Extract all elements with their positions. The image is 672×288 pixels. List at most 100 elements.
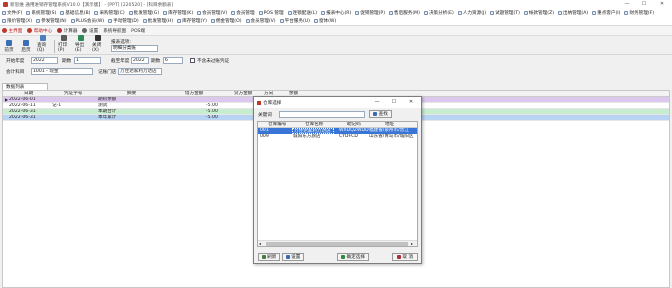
- search-icon: [373, 112, 378, 116]
- end-year-input[interactable]: 2022: [131, 57, 149, 64]
- horizontal-scrollbar[interactable]: ◂ ▸: [258, 240, 417, 246]
- tab-label: 设置: [88, 28, 99, 34]
- menu-item[interactable]: 窗体(W): [313, 18, 336, 24]
- tab-help[interactable]: 帮助中心: [27, 28, 52, 34]
- tab-label: 帮助中心: [33, 28, 53, 34]
- keyword-input[interactable]: [279, 111, 365, 118]
- menu-item[interactable]: 售后服务(M): [389, 10, 420, 16]
- tab-settings[interactable]: 设置: [82, 28, 98, 34]
- menu-item[interactable]: 批发管理(H): [142, 18, 173, 24]
- menu-item[interactable]: 库存管理(K): [163, 10, 193, 16]
- close-toolbar-button[interactable]: 关闭(X): [92, 35, 104, 53]
- menu-item[interactable]: POS 管理: [258, 10, 284, 16]
- menu-item[interactable]: 参发管理(N): [36, 18, 67, 24]
- scroll-right-icon[interactable]: ▸: [411, 241, 413, 247]
- toolbar-divider: [54, 40, 55, 53]
- gear-icon: [82, 28, 88, 33]
- menu-item[interactable]: PLUS会员(W): [70, 18, 104, 24]
- menu-item-label: 基础信息(B): [65, 11, 91, 16]
- menu-item[interactable]: 佣金管理(O): [210, 18, 242, 24]
- menu-item-label: 参发管理(N): [41, 19, 67, 24]
- menu-icon: [258, 11, 263, 15]
- dialog-maximize-button[interactable]: ☐: [388, 97, 400, 108]
- settings-button[interactable]: 设置: [282, 253, 304, 261]
- tab-label: 计算器: [63, 28, 78, 34]
- query-button[interactable]: 查询(Q): [37, 35, 49, 53]
- menu-item[interactable]: 手动管理(D): [108, 18, 139, 24]
- store-label: 记账门店: [98, 70, 117, 75]
- confirm-select-button[interactable]: 确定选择: [337, 253, 369, 261]
- tab-pos[interactable]: POS端: [131, 28, 145, 34]
- button-label: 导出(E): [75, 43, 85, 53]
- menu-icon: [36, 19, 41, 23]
- dialog-close-button[interactable]: ✕: [405, 97, 417, 108]
- menu-item[interactable]: 会员管理(V): [197, 10, 227, 16]
- next-page-button[interactable]: 后页: [20, 40, 32, 53]
- exclude-unposted-checkbox[interactable]: [190, 58, 195, 63]
- tab-navigation[interactable]: 系统导航图: [103, 28, 126, 34]
- menu-item[interactable]: 报表中心(R): [321, 10, 351, 16]
- menu-item[interactable]: 基础信息(B): [60, 10, 90, 16]
- menu-item-label: 重点客户(I): [597, 11, 621, 16]
- menu-item[interactable]: 决策分析(E): [423, 10, 454, 16]
- account-input[interactable]: 1001 - 现金: [31, 68, 93, 75]
- menu-icon: [128, 11, 133, 15]
- menu-icon: [197, 11, 202, 15]
- list-item[interactable]: 009 城阳东方旗店 CYDFCD 山东省/青岛市/城阳区: [258, 134, 417, 140]
- settings-icon: [285, 255, 290, 259]
- tab-calculator[interactable]: 计算器: [57, 28, 77, 34]
- menu-item[interactable]: 库存管理(Y): [177, 18, 207, 24]
- menu-item[interactable]: 会员管理: [231, 10, 255, 16]
- menu-icon: [457, 11, 462, 15]
- menu-item-label: 文件(F): [7, 11, 23, 16]
- store-input[interactable]: 万佳达家利万达店: [118, 68, 162, 75]
- menu-item[interactable]: 平台服务(U): [279, 18, 310, 24]
- menu-item[interactable]: 系统管理(S): [26, 10, 56, 16]
- print-button[interactable]: 打印(P): [58, 35, 70, 53]
- end-period-input[interactable]: 6: [163, 57, 183, 64]
- menu-item[interactable]: 采购管理(C): [94, 10, 125, 16]
- menu-item[interactable]: 文件(F): [2, 10, 22, 16]
- start-year-input[interactable]: 2022: [31, 57, 58, 64]
- menu-item-label: 出纳管理(A): [563, 11, 589, 16]
- close-button[interactable]: ✕: [655, 0, 669, 9]
- toolbar: 前页 后页 查询(Q) 打印(P) 导出(E) 关闭(X): [0, 35, 672, 55]
- minimize-button[interactable]: —: [620, 0, 634, 9]
- maximize-button[interactable]: ☐: [637, 0, 651, 9]
- menu-item[interactable]: 促销管理(P): [355, 10, 385, 16]
- filter-form: 开始年度 2022 期数 1 截至年度 2022 期数 6 不含未过账凭证 会计…: [0, 56, 672, 81]
- menu-item[interactable]: 限价管理(X): [2, 18, 32, 24]
- scroll-left-icon[interactable]: ◂: [259, 241, 261, 247]
- button-label: 查询(Q): [37, 43, 47, 53]
- menu-item-label: 批发管理(G): [133, 11, 160, 16]
- export-button[interactable]: 导出(E): [75, 35, 87, 53]
- arrow-right-icon: [23, 40, 29, 46]
- menu-item[interactable]: 连锁配送(L): [287, 10, 318, 16]
- refresh-button[interactable]: 刷新: [258, 253, 280, 261]
- scrollbar-thumb[interactable]: [266, 242, 408, 246]
- help-icon: [27, 28, 33, 33]
- menu-item[interactable]: 重点客户(I): [592, 10, 620, 16]
- end-period-label: 期数: [151, 59, 161, 64]
- menu-item[interactable]: 试题管理(T): [490, 10, 520, 16]
- search-button[interactable]: 查找: [369, 110, 392, 118]
- button-label: 确定选择: [346, 255, 365, 260]
- cell-mnemonic: CYDFCD: [339, 134, 358, 139]
- menu-item[interactable]: 财务管理(F): [624, 10, 654, 16]
- tab-home[interactable]: 主界面: [2, 28, 22, 34]
- dialog-minimize-button[interactable]: —: [371, 97, 383, 108]
- menu-icon: [523, 11, 528, 15]
- cancel-button[interactable]: 取 消: [392, 253, 418, 261]
- menu-item-label: 连锁配送(L): [292, 11, 318, 16]
- title-bar: 新思维 通用进销存管理系统V10.0【演示版】 - [PPT] [220520]…: [0, 0, 672, 9]
- menu-item[interactable]: 帐款管理(Z): [523, 10, 554, 16]
- prev-page-button[interactable]: 前页: [3, 40, 15, 53]
- data-list-tab[interactable]: 数据列表: [2, 83, 48, 90]
- menu-item[interactable]: 会员管理(V): [245, 18, 276, 24]
- menu-item[interactable]: 批发管理(G): [128, 10, 160, 16]
- menu-item[interactable]: 人力资源(J): [457, 10, 486, 16]
- button-label: 刷新: [267, 255, 277, 260]
- report-options-select[interactable]: 明细分类账: [111, 45, 158, 52]
- menu-item[interactable]: 出纳管理(A): [558, 10, 588, 16]
- start-period-input[interactable]: 1: [74, 57, 101, 64]
